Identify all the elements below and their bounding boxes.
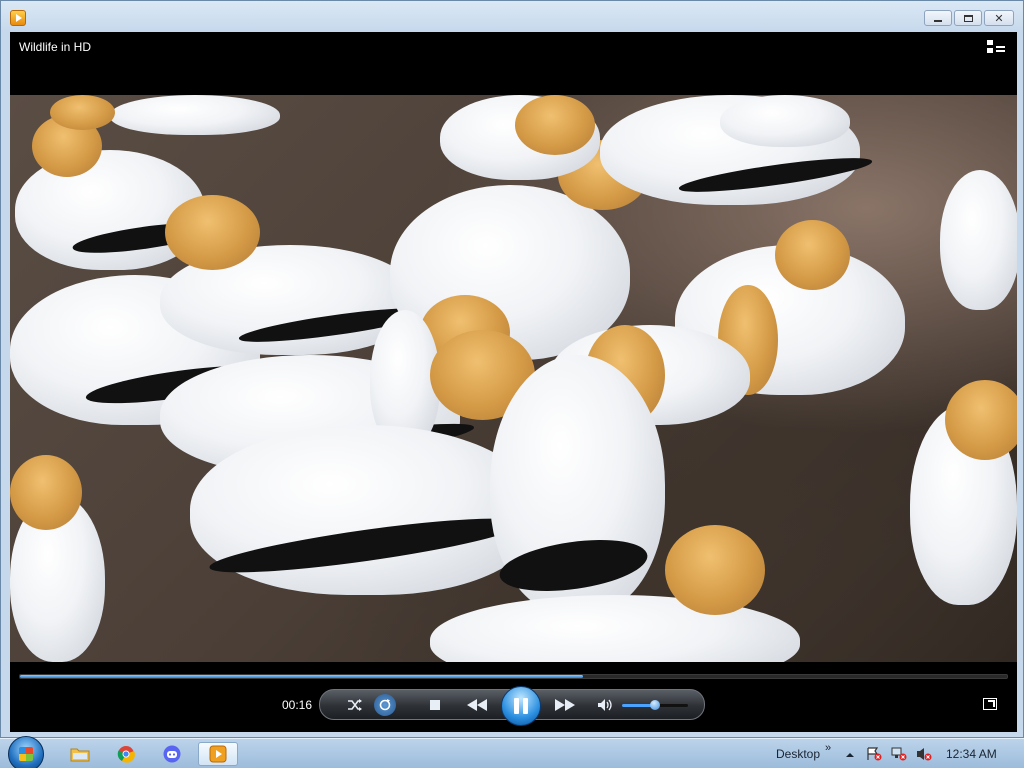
media-player-app-icon[interactable] (10, 10, 26, 26)
maximize-button[interactable] (954, 10, 982, 26)
gannet (720, 95, 850, 147)
pause-button[interactable] (501, 686, 541, 726)
minimize-button[interactable] (924, 10, 952, 26)
arrow-up-icon (846, 753, 854, 757)
gannet-head (165, 195, 260, 270)
toolbar-overflow-chevron[interactable]: » (825, 742, 831, 754)
video-frame[interactable] (10, 95, 1017, 662)
previous-button[interactable] (462, 695, 492, 715)
restore-icon (963, 14, 973, 22)
seek-bar-progress (20, 675, 583, 678)
rewind-icon (467, 699, 487, 711)
gannet (940, 170, 1017, 310)
next-button[interactable] (550, 695, 580, 715)
repeat-icon (379, 699, 391, 711)
gannet (190, 425, 540, 595)
media-player-icon (209, 745, 227, 763)
start-button[interactable] (8, 736, 44, 768)
title-bar[interactable]: ✕ (1, 1, 1023, 32)
volume-muted-icon[interactable] (916, 747, 932, 761)
video-title: Wildlife in HD (19, 40, 92, 54)
taskbar: Desktop » 12:34 AM (0, 736, 1024, 768)
stop-icon (430, 700, 440, 710)
volume-slider[interactable] (622, 700, 688, 710)
repeat-button[interactable] (374, 694, 396, 716)
seek-bar[interactable] (19, 674, 1008, 679)
gannet-head (10, 455, 82, 530)
minimize-icon (934, 20, 942, 22)
gannet (110, 95, 280, 135)
switch-to-library-icon[interactable] (987, 40, 1005, 54)
taskbar-file-explorer[interactable] (60, 742, 100, 766)
action-center-icon[interactable] (866, 747, 882, 761)
stop-button[interactable] (424, 695, 446, 715)
player-area: Wildlife in HD 00:16 (10, 32, 1017, 732)
shuffle-button[interactable] (344, 695, 366, 715)
gannet-head (50, 95, 115, 130)
gannet-head (665, 525, 765, 615)
discord-icon (163, 745, 181, 763)
chrome-icon (117, 746, 135, 763)
taskbar-chrome[interactable] (106, 742, 146, 766)
clock[interactable]: 12:34 AM (946, 747, 997, 761)
network-icon[interactable] (891, 747, 907, 761)
close-button[interactable]: ✕ (984, 10, 1014, 26)
window-controls: ✕ (924, 10, 1014, 26)
taskbar-media-player[interactable] (198, 742, 238, 766)
shuffle-icon (348, 699, 362, 711)
volume-slider-thumb[interactable] (650, 700, 660, 710)
elapsed-time: 00:16 (282, 698, 313, 712)
folder-icon (70, 748, 90, 762)
close-icon: ✕ (994, 11, 1004, 25)
gannet-head (945, 380, 1017, 460)
speaker-icon (598, 699, 612, 711)
fast-forward-icon (555, 699, 575, 711)
fullscreen-icon[interactable] (983, 698, 997, 710)
playback-controls (319, 686, 705, 726)
show-hidden-icons-arrow[interactable] (845, 747, 859, 761)
gannet-head (515, 95, 595, 155)
gannet (490, 355, 665, 615)
taskbar-discord[interactable] (152, 742, 192, 766)
mute-button[interactable] (594, 695, 616, 715)
gannet-head (775, 220, 850, 290)
media-player-window: ✕ Wildlife in HD 00:16 (0, 0, 1024, 738)
desktop-toolbar-label[interactable]: Desktop (776, 747, 820, 761)
pause-icon (512, 698, 530, 714)
